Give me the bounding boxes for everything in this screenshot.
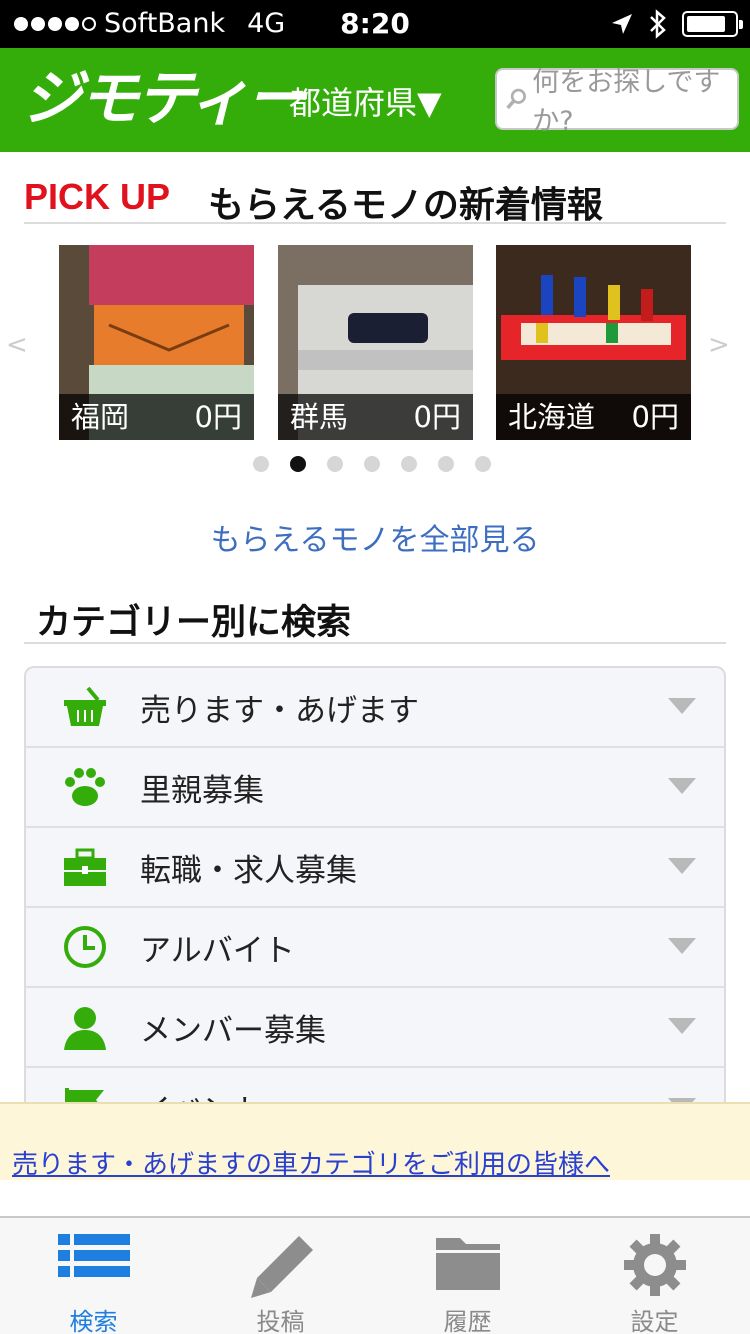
clock-icon [64, 926, 106, 968]
category-item-parttime[interactable]: アルバイト [26, 908, 724, 988]
category-label: アルバイト [140, 932, 295, 969]
flag-icon [65, 1088, 104, 1102]
category-list: 売ります・あげます 里親募集 転職・求人募集 アルバイト メンバー募集 イベント [24, 666, 726, 1102]
pickup-price: 0円 [194, 400, 242, 434]
page-dot[interactable] [401, 456, 417, 472]
search-input[interactable]: 何をお探しですか? [495, 67, 739, 137]
chevron-down-icon [668, 778, 696, 794]
bluetooth-icon [650, 9, 666, 39]
category-item-job[interactable]: 転職・求人募集 [26, 828, 724, 908]
category-label: イベント [140, 1085, 264, 1103]
see-all-link[interactable]: もらえるモノを全部見る [0, 515, 750, 559]
category-title: カテゴリー別に検索 [36, 603, 352, 643]
pickup-card[interactable]: 群馬 0円 [278, 245, 473, 440]
pickup-location: 福岡 [71, 400, 130, 434]
notice-banner: 売ります・あげますの車カテゴリをご利用の皆様へ [0, 1102, 750, 1180]
pickup-caption: 群馬 0円 [278, 394, 473, 440]
category-label: メンバー募集 [140, 1012, 326, 1049]
category-label: 里親募集 [140, 772, 264, 809]
pickup-location: 北海道 [508, 400, 596, 434]
page-dot[interactable] [327, 456, 343, 472]
carousel-pagination [0, 456, 747, 472]
chevron-down-icon [668, 938, 696, 954]
prefecture-selector[interactable]: 都道府県▼ [289, 78, 442, 124]
status-icons [610, 9, 743, 39]
battery-icon [682, 11, 743, 37]
paw-icon [65, 768, 105, 806]
folder-icon [435, 1238, 500, 1290]
tab-post[interactable]: 投稿 [187, 1218, 374, 1334]
category-label: 転職・求人募集 [140, 852, 357, 889]
tab-search[interactable]: 検索 [0, 1218, 187, 1334]
pickup-badge: PICK UP [24, 176, 171, 217]
category-item-pet[interactable]: 里親募集 [26, 748, 724, 828]
basket-icon [64, 686, 106, 726]
carousel-prev-icon[interactable]: < [6, 330, 28, 360]
chevron-down-icon [668, 1018, 696, 1034]
page-dot[interactable] [253, 456, 269, 472]
category-heading: カテゴリー別に検索 [24, 592, 726, 644]
pickup-card[interactable]: 福岡 0円 [59, 245, 254, 440]
tab-label: 履歴 [443, 1308, 492, 1334]
search-icon [506, 88, 526, 110]
page-dot[interactable] [438, 456, 454, 472]
search-placeholder: 何をお探しですか? [532, 67, 721, 137]
page-dot-active[interactable] [290, 456, 306, 472]
notice-link[interactable]: 売ります・あげますの車カテゴリをご利用の皆様へ [12, 1144, 610, 1181]
tab-bar: 検索 投稿 履歴 設定 [0, 1216, 750, 1334]
list-icon [57, 1234, 130, 1277]
category-item-sell[interactable]: 売ります・あげます [26, 668, 724, 748]
page-dot[interactable] [475, 456, 491, 472]
pickup-price: 0円 [413, 400, 461, 434]
pickup-price: 0円 [631, 400, 679, 434]
status-bar: SoftBank 4G 8:20 [0, 0, 750, 48]
chevron-down-icon [668, 858, 696, 874]
person-icon [64, 1007, 106, 1050]
carousel-next-icon[interactable]: > [708, 330, 730, 360]
pencil-icon [250, 1236, 313, 1298]
toolbox-icon [64, 848, 106, 886]
location-arrow-icon [612, 14, 632, 34]
tab-label: 投稿 [256, 1308, 305, 1334]
tab-label: 検索 [69, 1308, 118, 1334]
pickup-title: もらえるモノの新着情報 [208, 185, 603, 226]
pickup-card[interactable]: 北海道 0円 [496, 245, 691, 440]
pickup-caption: 北海道 0円 [496, 394, 691, 440]
category-item-member[interactable]: メンバー募集 [26, 988, 724, 1068]
app-logo[interactable]: ジモティー [22, 66, 306, 132]
pickup-caption: 福岡 0円 [59, 394, 254, 440]
gear-icon [623, 1234, 686, 1296]
chevron-down-icon [668, 698, 696, 714]
pickup-heading: PICK UP もらえるモノの新着情報 [24, 176, 726, 226]
pickup-location: 群馬 [290, 400, 349, 434]
tab-history[interactable]: 履歴 [374, 1218, 561, 1334]
tab-settings[interactable]: 設定 [561, 1218, 748, 1334]
app-header: ジモティー 都道府県▼ 何をお探しですか? [0, 48, 750, 152]
category-label: 売ります・あげます [140, 692, 419, 729]
tab-label: 設定 [630, 1308, 679, 1334]
category-item-event[interactable]: イベント [26, 1068, 724, 1102]
page-dot[interactable] [364, 456, 380, 472]
